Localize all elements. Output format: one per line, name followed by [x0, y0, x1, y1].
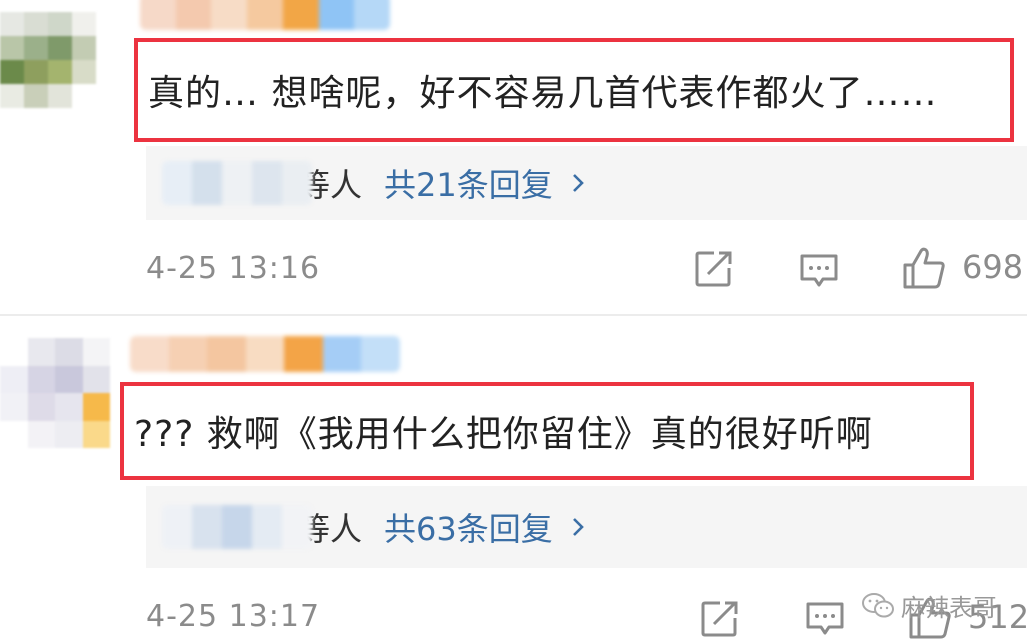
- chevron-right-icon: [572, 174, 584, 192]
- chevron-right-icon: [572, 518, 584, 536]
- comment-text-highlighted: ??? 救啊《我用什么把你留住》真的很好听啊: [120, 382, 974, 480]
- view-replies-label: 共63条回复: [384, 510, 553, 548]
- share-icon[interactable]: [694, 250, 734, 288]
- watermark-text: 麻辣表哥: [901, 594, 997, 622]
- reply-usernames-blurred: [162, 161, 312, 205]
- thumbs-up-icon[interactable]: [902, 246, 946, 290]
- like-count: 698: [962, 248, 1024, 286]
- reply-panel[interactable]: 等人 共63条回复: [146, 486, 1027, 568]
- view-replies-link[interactable]: 共63条回复: [384, 504, 589, 550]
- view-replies-link[interactable]: 共21条回复: [384, 160, 589, 206]
- comment-text: ??? 救啊《我用什么把你留住》真的很好听啊: [134, 414, 873, 455]
- avatar[interactable]: [0, 12, 96, 108]
- reply-panel[interactable]: 等人 共21条回复: [146, 146, 1027, 220]
- avatar[interactable]: [0, 338, 110, 448]
- share-icon[interactable]: [700, 600, 740, 638]
- wechat-icon: [862, 592, 894, 617]
- comment-meta: 4-25 13:16: [146, 246, 1027, 290]
- username-blurred[interactable]: [140, 0, 390, 30]
- reply-usernames-blurred: [162, 505, 312, 549]
- comment-icon[interactable]: [799, 252, 839, 290]
- timestamp: 4-25 13:17: [146, 598, 321, 634]
- username-blurred[interactable]: [130, 336, 400, 372]
- divider: [0, 314, 1027, 316]
- timestamp: 4-25 13:16: [146, 250, 321, 286]
- comment-text: 真的… 想啥呢，好不容易几首代表作都火了……: [148, 73, 938, 114]
- view-replies-label: 共21条回复: [384, 166, 553, 204]
- comment-text-highlighted: 真的… 想啥呢，好不容易几首代表作都火了……: [134, 38, 1014, 142]
- comment-icon[interactable]: [805, 600, 845, 638]
- watermark: 麻辣表哥: [861, 588, 997, 623]
